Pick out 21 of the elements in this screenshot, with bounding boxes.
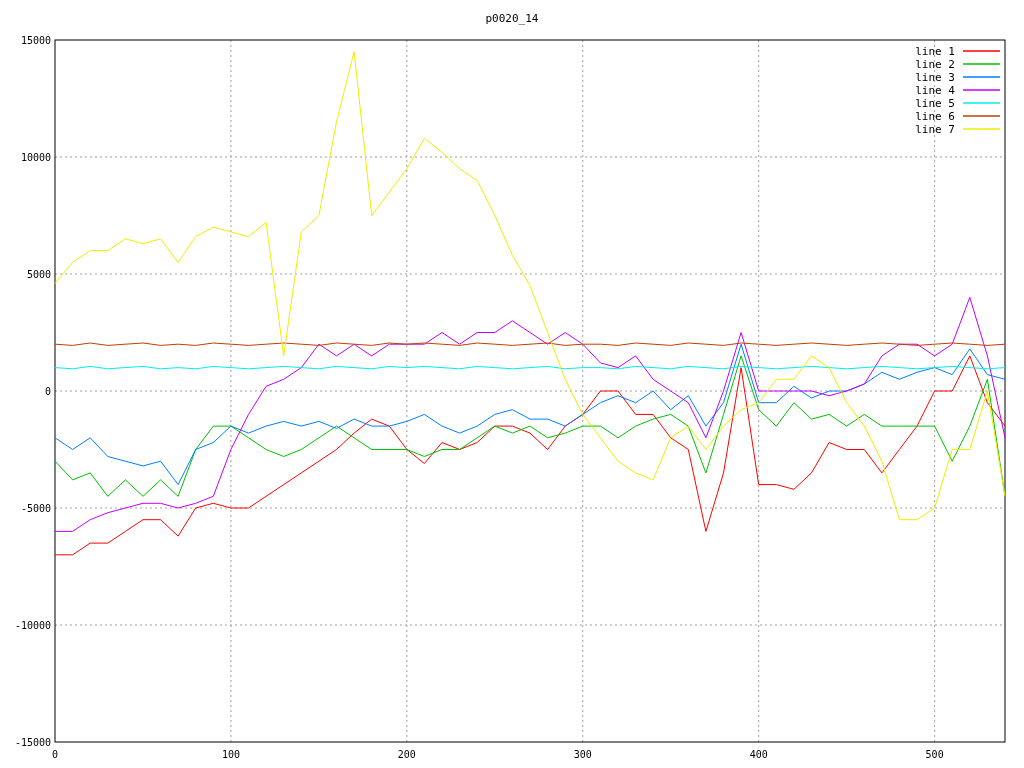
legend-label: line 3 xyxy=(915,71,955,84)
y-tick-label: -5000 xyxy=(20,503,51,514)
legend-label: line 4 xyxy=(915,84,955,97)
x-tick-label: 100 xyxy=(221,749,240,760)
chart-title: p0020_14 xyxy=(485,12,539,25)
x-tick-label: 500 xyxy=(925,749,944,760)
legend-label: line 7 xyxy=(915,123,955,136)
legend-label: line 2 xyxy=(915,58,955,71)
x-tick-label: 200 xyxy=(397,749,416,760)
legend-label: line 5 xyxy=(915,97,955,110)
y-tick-label: -10000 xyxy=(14,620,51,631)
legend-label: line 1 xyxy=(915,45,955,58)
y-tick-label: 15000 xyxy=(20,35,51,46)
y-tick-label: -15000 xyxy=(14,737,51,748)
y-tick-label: 0 xyxy=(44,386,51,397)
legend-label: line 6 xyxy=(915,110,955,123)
y-tick-label: 5000 xyxy=(26,269,51,280)
x-tick-label: 0 xyxy=(52,749,58,760)
x-tick-label: 300 xyxy=(573,749,592,760)
y-tick-label: 10000 xyxy=(20,152,51,163)
x-tick-label: 400 xyxy=(749,749,768,760)
